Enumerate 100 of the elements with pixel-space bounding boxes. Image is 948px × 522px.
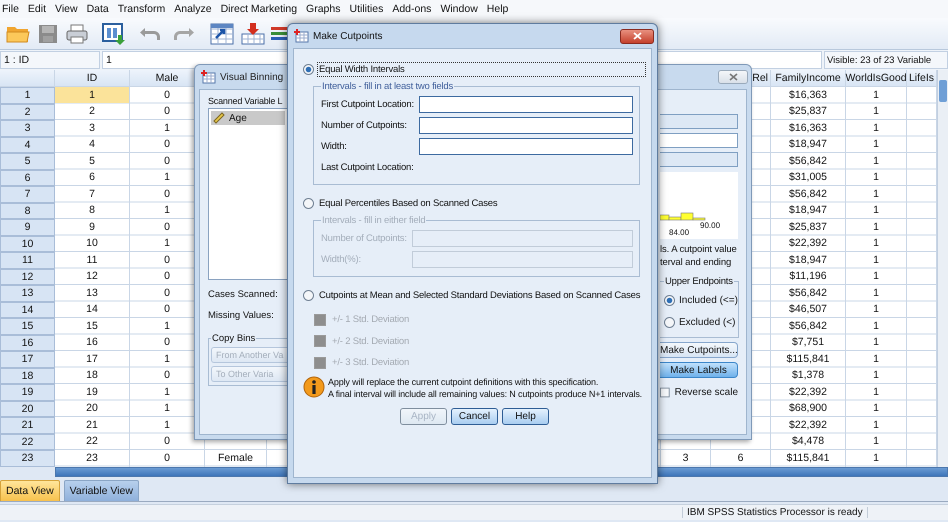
table-cell[interactable]: $18,947 — [771, 136, 845, 152]
table-cell[interactable]: 1 — [846, 153, 906, 168]
table-cell[interactable]: 1 — [846, 351, 906, 366]
radio-button[interactable] — [664, 294, 675, 306]
input-field[interactable] — [660, 133, 738, 148]
vertical-scrollbar[interactable] — [937, 70, 948, 466]
table-cell[interactable]: 15 — [55, 318, 129, 334]
table-cell[interactable]: 1 — [846, 368, 906, 383]
column-header[interactable]: WorldIsGood — [846, 70, 906, 86]
table-cell[interactable]: $16,363 — [771, 120, 845, 136]
radio-label[interactable]: Excluded (<) — [679, 316, 736, 328]
table-cell[interactable]: 3 — [55, 120, 129, 136]
table-down-arrow-icon[interactable] — [241, 22, 265, 44]
input-field[interactable] — [419, 117, 633, 134]
row-number[interactable]: 15 — [0, 318, 55, 334]
undo-icon[interactable] — [140, 26, 162, 42]
view-tab[interactable]: Data View — [0, 480, 60, 500]
column-header[interactable]: FamilyIncome — [771, 70, 845, 86]
table-cell[interactable]: 1 — [846, 268, 906, 284]
table-cell[interactable]: 1 — [846, 252, 906, 268]
input-field[interactable] — [419, 96, 633, 113]
input-field[interactable] — [419, 138, 633, 155]
close-button[interactable] — [718, 70, 748, 84]
radio-label[interactable]: Included (<=) — [679, 294, 738, 306]
column-header[interactable]: LifeIs — [907, 70, 936, 86]
table-cell[interactable]: 1 — [846, 136, 906, 152]
table-cell[interactable]: 12 — [55, 268, 129, 284]
menu-item[interactable]: Utilities — [349, 3, 384, 15]
table-cell[interactable]: $31,005 — [771, 170, 845, 185]
row-number[interactable]: 19 — [0, 384, 55, 400]
table-cell[interactable]: $4,478 — [771, 434, 845, 449]
dialog-button[interactable]: Make Cutpoints... — [660, 342, 738, 358]
row-number[interactable]: 2 — [0, 104, 55, 120]
table-cell[interactable]: 22 — [55, 434, 129, 449]
row-number[interactable]: 1 — [0, 87, 55, 104]
table-cell[interactable]: $16,363 — [771, 87, 845, 102]
checkbox[interactable] — [660, 387, 670, 398]
row-number[interactable]: 10 — [0, 236, 55, 252]
row-number[interactable]: 3 — [0, 120, 55, 136]
row-number[interactable]: 22 — [0, 434, 55, 450]
table-cell[interactable]: 6 — [55, 170, 129, 185]
table-cell[interactable]: 11 — [55, 252, 129, 268]
table-cell[interactable]: 1 — [846, 450, 906, 466]
dialog-button[interactable]: Make Labels — [660, 362, 738, 378]
menu-item[interactable]: Transform — [118, 3, 166, 15]
menu-item[interactable]: Direct Marketing — [220, 3, 298, 15]
row-number[interactable]: 20 — [0, 400, 55, 417]
table-cell[interactable]: 1 — [846, 104, 906, 119]
table-cell[interactable]: $46,507 — [771, 302, 845, 317]
table-cell[interactable]: 0 — [130, 450, 204, 466]
redo-icon[interactable] — [172, 26, 194, 42]
table-cell[interactable]: 4 — [55, 136, 129, 152]
row-number[interactable]: 23 — [0, 450, 55, 466]
table-cell[interactable]: 7 — [55, 186, 129, 202]
table-cell[interactable]: $1,378 — [771, 368, 845, 383]
dialog-button[interactable]: Help — [502, 408, 549, 424]
row-number[interactable]: 14 — [0, 302, 55, 318]
table-cell[interactable]: 1 — [55, 87, 129, 102]
table-cell[interactable]: 1 — [846, 302, 906, 317]
row-number[interactable]: 13 — [0, 285, 55, 302]
row-number[interactable]: 6 — [0, 170, 55, 186]
menu-item[interactable]: Edit — [28, 3, 46, 15]
table-cell[interactable]: 1 — [846, 434, 906, 449]
printer-icon[interactable] — [66, 24, 88, 44]
table-cell[interactable]: 1 — [846, 87, 906, 102]
row-number[interactable]: 8 — [0, 202, 55, 219]
table-cell[interactable]: $22,392 — [771, 384, 845, 400]
row-number[interactable]: 4 — [0, 136, 55, 153]
table-cell[interactable]: $68,900 — [771, 400, 845, 416]
table-cell[interactable]: 3 — [661, 450, 710, 466]
table-cell[interactable]: $56,842 — [771, 153, 845, 168]
dialog-button[interactable]: Cancel — [451, 408, 498, 424]
table-cell[interactable]: $7,751 — [771, 334, 845, 350]
radio-button[interactable] — [664, 316, 675, 328]
table-cell[interactable]: 16 — [55, 334, 129, 350]
table-cell[interactable]: 17 — [55, 351, 129, 366]
table-cell[interactable]: 1 — [846, 202, 906, 218]
variable-list[interactable]: Age — [208, 108, 287, 280]
radio-label[interactable]: Cutpoints at Mean and Selected Standard Deviations Based on Scanned Cases — [317, 288, 646, 302]
table-cell[interactable]: $56,842 — [771, 285, 845, 300]
menu-item[interactable]: File — [2, 3, 19, 15]
table-cell[interactable]: $22,392 — [771, 417, 845, 432]
menu-item[interactable]: Add-ons — [392, 3, 432, 15]
table-cell[interactable]: 13 — [55, 285, 129, 300]
menu-item[interactable]: View — [55, 3, 78, 15]
table-cell[interactable]: 2 — [55, 104, 129, 119]
table-cell[interactable]: Female — [205, 450, 266, 466]
table-cell[interactable]: $25,837 — [771, 219, 845, 234]
table-cell[interactable]: 5 — [55, 153, 129, 168]
table-cell[interactable]: $22,392 — [771, 236, 845, 251]
table-cell[interactable]: 14 — [55, 302, 129, 317]
table-cell[interactable]: 8 — [55, 202, 129, 218]
variable-item[interactable]: Age — [211, 111, 285, 125]
radio-label[interactable]: Equal Width Intervals — [317, 62, 646, 76]
row-number[interactable]: 5 — [0, 153, 55, 170]
table-cell[interactable]: 1 — [846, 334, 906, 350]
row-number[interactable]: 11 — [0, 252, 55, 268]
close-button[interactable] — [620, 28, 654, 44]
radio-button[interactable] — [303, 198, 314, 208]
table-cell[interactable]: 1 — [846, 400, 906, 416]
